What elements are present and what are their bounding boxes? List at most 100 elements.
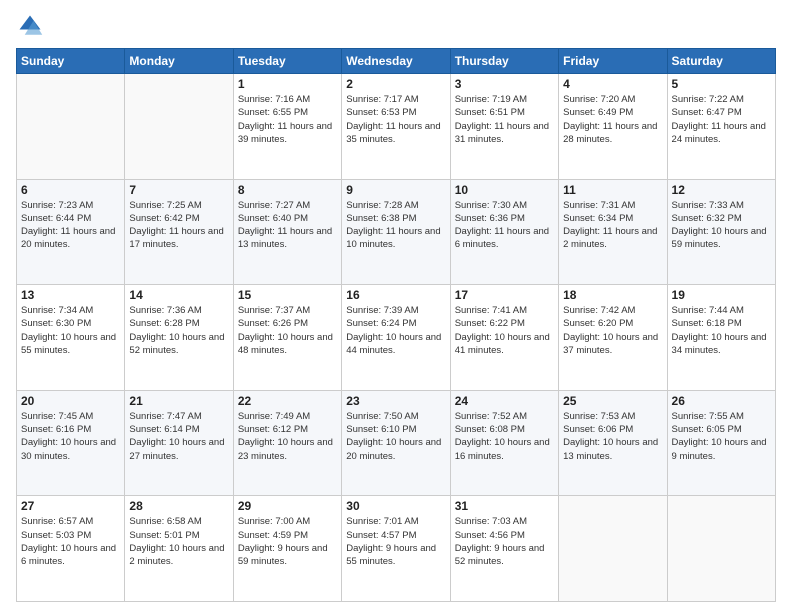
calendar-cell: 27 Sunrise: 6:57 AMSunset: 5:03 PMDayligh… bbox=[17, 496, 125, 602]
calendar-cell: 11 Sunrise: 7:31 AMSunset: 6:34 PMDayligh… bbox=[559, 179, 667, 285]
weekday-monday: Monday bbox=[125, 49, 233, 74]
day-number: 20 bbox=[21, 394, 120, 408]
week-row-3: 13 Sunrise: 7:34 AMSunset: 6:30 PMDayligh… bbox=[17, 285, 776, 391]
day-info: Sunrise: 7:27 AMSunset: 6:40 PMDaylight:… bbox=[238, 199, 337, 252]
weekday-saturday: Saturday bbox=[667, 49, 775, 74]
day-number: 27 bbox=[21, 499, 120, 513]
weekday-tuesday: Tuesday bbox=[233, 49, 341, 74]
week-row-1: 1 Sunrise: 7:16 AMSunset: 6:55 PMDaylight… bbox=[17, 74, 776, 180]
day-number: 31 bbox=[455, 499, 554, 513]
day-info: Sunrise: 7:44 AMSunset: 6:18 PMDaylight:… bbox=[672, 304, 771, 357]
day-info: Sunrise: 7:17 AMSunset: 6:53 PMDaylight:… bbox=[346, 93, 445, 146]
day-info: Sunrise: 7:28 AMSunset: 6:38 PMDaylight:… bbox=[346, 199, 445, 252]
day-number: 24 bbox=[455, 394, 554, 408]
day-number: 14 bbox=[129, 288, 228, 302]
day-number: 17 bbox=[455, 288, 554, 302]
day-number: 21 bbox=[129, 394, 228, 408]
calendar-cell: 9 Sunrise: 7:28 AMSunset: 6:38 PMDaylight… bbox=[342, 179, 450, 285]
calendar-cell: 25 Sunrise: 7:53 AMSunset: 6:06 PMDayligh… bbox=[559, 390, 667, 496]
day-number: 7 bbox=[129, 183, 228, 197]
calendar-cell bbox=[125, 74, 233, 180]
day-number: 5 bbox=[672, 77, 771, 91]
calendar-cell: 23 Sunrise: 7:50 AMSunset: 6:10 PMDayligh… bbox=[342, 390, 450, 496]
day-info: Sunrise: 7:20 AMSunset: 6:49 PMDaylight:… bbox=[563, 93, 662, 146]
calendar-cell: 30 Sunrise: 7:01 AMSunset: 4:57 PMDayligh… bbox=[342, 496, 450, 602]
day-info: Sunrise: 7:16 AMSunset: 6:55 PMDaylight:… bbox=[238, 93, 337, 146]
calendar-cell: 3Sunrise: 7:19 AMSunset: 6:51 PMDaylight… bbox=[450, 74, 558, 180]
day-info: Sunrise: 7:39 AMSunset: 6:24 PMDaylight:… bbox=[346, 304, 445, 357]
calendar-cell: 8Sunrise: 7:27 AMSunset: 6:40 PMDaylight… bbox=[233, 179, 341, 285]
calendar-cell: 19 Sunrise: 7:44 AMSunset: 6:18 PMDayligh… bbox=[667, 285, 775, 391]
day-number: 13 bbox=[21, 288, 120, 302]
calendar-cell: 21 Sunrise: 7:47 AMSunset: 6:14 PMDayligh… bbox=[125, 390, 233, 496]
day-number: 3 bbox=[455, 77, 554, 91]
calendar-cell: 15 Sunrise: 7:37 AMSunset: 6:26 PMDayligh… bbox=[233, 285, 341, 391]
week-row-5: 27 Sunrise: 6:57 AMSunset: 5:03 PMDayligh… bbox=[17, 496, 776, 602]
day-info: Sunrise: 6:57 AMSunset: 5:03 PMDaylight:… bbox=[21, 515, 120, 568]
calendar-cell: 14Sunrise: 7:36 AMSunset: 6:28 PMDayligh… bbox=[125, 285, 233, 391]
weekday-thursday: Thursday bbox=[450, 49, 558, 74]
day-number: 18 bbox=[563, 288, 662, 302]
day-info: Sunrise: 7:30 AMSunset: 6:36 PMDaylight:… bbox=[455, 199, 554, 252]
day-number: 23 bbox=[346, 394, 445, 408]
day-number: 2 bbox=[346, 77, 445, 91]
weekday-friday: Friday bbox=[559, 49, 667, 74]
calendar-cell bbox=[17, 74, 125, 180]
calendar-cell bbox=[559, 496, 667, 602]
calendar-cell: 10 Sunrise: 7:30 AMSunset: 6:36 PMDayligh… bbox=[450, 179, 558, 285]
day-number: 15 bbox=[238, 288, 337, 302]
calendar-cell: 20 Sunrise: 7:45 AMSunset: 6:16 PMDayligh… bbox=[17, 390, 125, 496]
calendar-cell: 17 Sunrise: 7:41 AMSunset: 6:22 PMDayligh… bbox=[450, 285, 558, 391]
calendar-cell: 26 Sunrise: 7:55 AMSunset: 6:05 PMDayligh… bbox=[667, 390, 775, 496]
day-info: Sunrise: 7:34 AMSunset: 6:30 PMDaylight:… bbox=[21, 304, 120, 357]
day-number: 4 bbox=[563, 77, 662, 91]
logo bbox=[16, 12, 48, 40]
day-info: Sunrise: 7:00 AMSunset: 4:59 PMDaylight:… bbox=[238, 515, 337, 568]
day-number: 25 bbox=[563, 394, 662, 408]
calendar-cell: 28 Sunrise: 6:58 AMSunset: 5:01 PMDayligh… bbox=[125, 496, 233, 602]
day-number: 10 bbox=[455, 183, 554, 197]
day-number: 28 bbox=[129, 499, 228, 513]
day-info: Sunrise: 7:52 AMSunset: 6:08 PMDaylight:… bbox=[455, 410, 554, 463]
day-number: 16 bbox=[346, 288, 445, 302]
day-info: Sunrise: 7:47 AMSunset: 6:14 PMDaylight:… bbox=[129, 410, 228, 463]
calendar-cell: 2 Sunrise: 7:17 AMSunset: 6:53 PMDaylight… bbox=[342, 74, 450, 180]
day-info: Sunrise: 7:23 AMSunset: 6:44 PMDaylight:… bbox=[21, 199, 120, 252]
page-header bbox=[16, 12, 776, 40]
day-info: Sunrise: 7:22 AMSunset: 6:47 PMDaylight:… bbox=[672, 93, 771, 146]
day-info: Sunrise: 6:58 AMSunset: 5:01 PMDaylight:… bbox=[129, 515, 228, 568]
day-number: 11 bbox=[563, 183, 662, 197]
day-number: 30 bbox=[346, 499, 445, 513]
weekday-wednesday: Wednesday bbox=[342, 49, 450, 74]
day-info: Sunrise: 7:03 AMSunset: 4:56 PMDaylight:… bbox=[455, 515, 554, 568]
day-number: 19 bbox=[672, 288, 771, 302]
day-info: Sunrise: 7:25 AMSunset: 6:42 PMDaylight:… bbox=[129, 199, 228, 252]
week-row-2: 6Sunrise: 7:23 AMSunset: 6:44 PMDaylight… bbox=[17, 179, 776, 285]
day-info: Sunrise: 7:42 AMSunset: 6:20 PMDaylight:… bbox=[563, 304, 662, 357]
day-number: 26 bbox=[672, 394, 771, 408]
logo-icon bbox=[16, 12, 44, 40]
day-info: Sunrise: 7:45 AMSunset: 6:16 PMDaylight:… bbox=[21, 410, 120, 463]
day-info: Sunrise: 7:50 AMSunset: 6:10 PMDaylight:… bbox=[346, 410, 445, 463]
day-info: Sunrise: 7:53 AMSunset: 6:06 PMDaylight:… bbox=[563, 410, 662, 463]
calendar-cell: 7 Sunrise: 7:25 AMSunset: 6:42 PMDaylight… bbox=[125, 179, 233, 285]
day-info: Sunrise: 7:01 AMSunset: 4:57 PMDaylight:… bbox=[346, 515, 445, 568]
weekday-sunday: Sunday bbox=[17, 49, 125, 74]
day-info: Sunrise: 7:37 AMSunset: 6:26 PMDaylight:… bbox=[238, 304, 337, 357]
day-info: Sunrise: 7:31 AMSunset: 6:34 PMDaylight:… bbox=[563, 199, 662, 252]
calendar-cell: 24 Sunrise: 7:52 AMSunset: 6:08 PMDayligh… bbox=[450, 390, 558, 496]
day-number: 29 bbox=[238, 499, 337, 513]
day-number: 9 bbox=[346, 183, 445, 197]
calendar-cell: 13 Sunrise: 7:34 AMSunset: 6:30 PMDayligh… bbox=[17, 285, 125, 391]
day-number: 1 bbox=[238, 77, 337, 91]
day-number: 22 bbox=[238, 394, 337, 408]
day-info: Sunrise: 7:33 AMSunset: 6:32 PMDaylight:… bbox=[672, 199, 771, 252]
calendar-page: SundayMondayTuesdayWednesdayThursdayFrid… bbox=[0, 0, 792, 612]
calendar-cell: 18 Sunrise: 7:42 AMSunset: 6:20 PMDayligh… bbox=[559, 285, 667, 391]
calendar-cell: 4 Sunrise: 7:20 AMSunset: 6:49 PMDaylight… bbox=[559, 74, 667, 180]
calendar-cell: 29 Sunrise: 7:00 AMSunset: 4:59 PMDayligh… bbox=[233, 496, 341, 602]
day-info: Sunrise: 7:41 AMSunset: 6:22 PMDaylight:… bbox=[455, 304, 554, 357]
calendar-cell: 1 Sunrise: 7:16 AMSunset: 6:55 PMDaylight… bbox=[233, 74, 341, 180]
calendar-cell: 31 Sunrise: 7:03 AMSunset: 4:56 PMDayligh… bbox=[450, 496, 558, 602]
day-info: Sunrise: 7:55 AMSunset: 6:05 PMDaylight:… bbox=[672, 410, 771, 463]
